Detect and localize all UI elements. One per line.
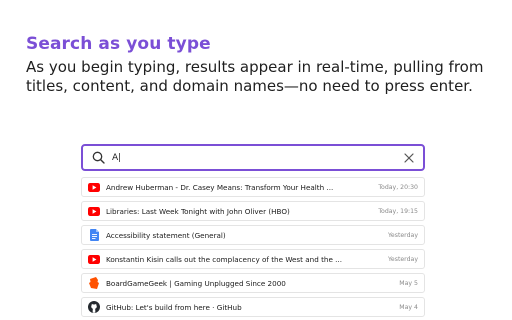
result-time: Yesterday — [387, 255, 418, 263]
feature-description: As you begin typing, results appear in r… — [26, 58, 484, 95]
list-item[interactable]: BoardGameGeek | Gaming Unplugged Since 2… — [81, 273, 425, 293]
close-icon[interactable] — [403, 152, 415, 164]
result-title: Libraries: Last Week Tonight with John O… — [106, 206, 290, 216]
result-time: May 4 — [399, 303, 418, 311]
boardgamegeek-icon — [88, 277, 100, 289]
list-item[interactable]: Libraries: Last Week Tonight with John O… — [81, 201, 425, 221]
search-box[interactable] — [81, 144, 425, 171]
result-title: Accessibility statement (General) — [106, 230, 226, 240]
google-docs-icon — [88, 229, 100, 241]
youtube-icon — [88, 181, 100, 193]
result-title: Andrew Huberman - Dr. Casey Means: Trans… — [106, 182, 334, 192]
result-time: May 5 — [399, 279, 418, 287]
results-list: Andrew Huberman - Dr. Casey Means: Trans… — [81, 177, 425, 320]
search-input[interactable] — [112, 152, 403, 163]
result-title: GitHub: Let's build from here · GitHub — [106, 302, 242, 312]
result-time: Yesterday — [387, 231, 418, 239]
list-item[interactable]: Accessibility statement (General) Yester… — [81, 225, 425, 245]
search-icon — [91, 151, 105, 165]
list-item[interactable]: Andrew Huberman - Dr. Casey Means: Trans… — [81, 177, 425, 197]
page-title: Search as you type — [26, 34, 211, 54]
list-item[interactable]: GitHub: Let's build from here · GitHub M… — [81, 297, 425, 317]
list-item[interactable]: Konstantin Kisin calls out the complacen… — [81, 249, 425, 269]
result-title: BoardGameGeek | Gaming Unplugged Since 2… — [106, 278, 286, 288]
youtube-icon — [88, 253, 100, 265]
result-time: Today, 20:30 — [378, 183, 418, 191]
result-time: Today, 19:15 — [378, 207, 418, 215]
youtube-icon — [88, 205, 100, 217]
feature-panel: Search as you type As you begin typing, … — [0, 0, 512, 320]
github-icon — [88, 301, 100, 313]
result-title: Konstantin Kisin calls out the complacen… — [106, 254, 343, 264]
